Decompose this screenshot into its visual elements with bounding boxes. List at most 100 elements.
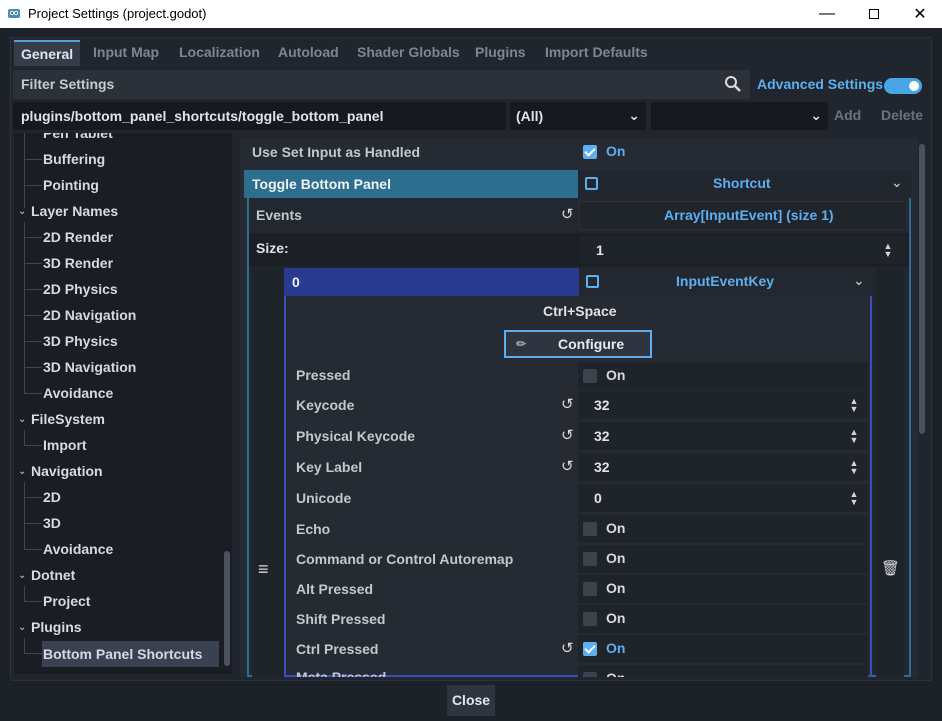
tree-item-dotnet[interactable]: Dotnet [31, 562, 75, 588]
revert-icon[interactable]: ↺ [561, 397, 575, 412]
revert-icon[interactable]: ↺ [561, 641, 575, 656]
size-spinbox[interactable]: 1 ▲ ▼ [580, 236, 905, 264]
chevron-down-icon[interactable]: ⌄ [18, 207, 26, 217]
ctrl-pressed-checkbox[interactable] [583, 642, 597, 656]
prop-value-meta-pressed[interactable]: On [578, 665, 868, 677]
use-set-input-checkbox[interactable] [583, 145, 597, 159]
tree-item-pen-tablet[interactable]: Pen Tablet [43, 133, 113, 146]
tree-item-nav-avoidance[interactable]: Avoidance [43, 536, 113, 562]
chevron-down-icon[interactable]: ⌄ [18, 415, 26, 425]
tree-item-pointing[interactable]: Pointing [43, 172, 99, 198]
prop-label-keycode: Keycode [296, 397, 355, 413]
prop-value-echo[interactable]: On [578, 515, 868, 543]
prop-value-autoremap[interactable]: On [578, 545, 868, 573]
filter-placeholder: Filter Settings [21, 76, 115, 92]
key-label-value: 32 [594, 459, 610, 475]
tab-shader-globals[interactable]: Shader Globals [350, 40, 467, 66]
tree-item-avoidance[interactable]: Avoidance [43, 380, 113, 406]
tree-item-bottom-panel-shortcuts[interactable]: Bottom Panel Shortcuts [42, 641, 219, 667]
tab-plugins[interactable]: Plugins [468, 40, 533, 66]
type-filter-select[interactable]: (All) ⌄ [510, 102, 646, 130]
settings-tree: Pen Tablet Buffering Pointing ⌄ Layer Na… [14, 133, 232, 674]
close-button[interactable]: Close [447, 685, 495, 716]
autoremap-checkbox[interactable] [583, 552, 597, 566]
physical-keycode-spinbox[interactable]: 32 ▲ ▼ [578, 422, 868, 450]
shortcut-icon [585, 177, 598, 190]
delete-button[interactable]: Delete [881, 107, 923, 123]
configure-button[interactable]: ✏ Configure [504, 330, 652, 358]
advanced-settings-toggle[interactable] [884, 78, 922, 94]
close-icon: ✕ [913, 6, 927, 23]
window-title: Project Settings (project.godot) [28, 6, 207, 21]
chevron-down-icon[interactable]: ⌄ [18, 623, 26, 633]
tree-item-nav-3d[interactable]: 3D [43, 510, 61, 536]
prop-value-shift-pressed[interactable]: On [578, 605, 868, 633]
shift-pressed-checkbox[interactable] [583, 612, 597, 626]
setting-path-value: plugins/bottom_panel_shortcuts/toggle_bo… [21, 108, 384, 124]
tree-item-2d-render[interactable]: 2D Render [43, 224, 113, 250]
tree-item-layer-names[interactable]: Layer Names [31, 198, 118, 224]
trash-icon[interactable]: 🗑 [881, 559, 900, 577]
tree-item-nav-2d[interactable]: 2D [43, 484, 61, 510]
use-set-input-label: Use Set Input as Handled [252, 144, 421, 160]
shortcut-text: Ctrl+Space [543, 303, 617, 319]
revert-icon[interactable]: ↺ [561, 459, 575, 474]
spinner-icon: ▲ ▼ [849, 396, 859, 414]
close-window-button[interactable]: ✕ [897, 0, 942, 28]
prop-value-ctrl-pressed[interactable]: On [578, 635, 868, 663]
tree-item-import[interactable]: Import [43, 432, 87, 458]
tree-item-plugins[interactable]: Plugins [31, 614, 82, 640]
toggle-bottom-panel-header[interactable]: Toggle Bottom Panel [244, 170, 578, 198]
tree-item-2d-navigation[interactable]: 2D Navigation [43, 302, 136, 328]
events-array-button[interactable]: Array[InputEvent] (size 1) [579, 201, 907, 230]
add-button[interactable]: Add [834, 107, 861, 123]
tree-item-3d-physics[interactable]: 3D Physics [43, 328, 118, 354]
tree-scrollbar[interactable] [224, 551, 230, 666]
chevron-down-icon[interactable]: ⌄ [18, 571, 26, 581]
prop-label-physical-keycode: Physical Keycode [296, 428, 416, 444]
keycode-spinbox[interactable]: 32 ▲ ▼ [578, 391, 868, 419]
pressed-value: On [606, 367, 626, 383]
chevron-down-icon[interactable]: ⌄ [18, 467, 26, 477]
revert-icon[interactable]: ↺ [561, 207, 575, 222]
alt-pressed-value: On [606, 580, 626, 596]
drag-handle-icon[interactable]: ≡ [258, 559, 269, 580]
tree-item-2d-physics[interactable]: 2D Physics [43, 276, 118, 302]
alt-pressed-checkbox[interactable] [583, 582, 597, 596]
filter-settings-input[interactable]: Filter Settings [13, 70, 750, 99]
inspector-scrollbar[interactable] [919, 144, 925, 434]
tab-import-defaults[interactable]: Import Defaults [538, 40, 655, 66]
meta-pressed-checkbox[interactable] [583, 672, 597, 677]
tree-item-3d-render[interactable]: 3D Render [43, 250, 113, 276]
prop-value-pressed[interactable]: On [578, 362, 868, 390]
unicode-spinbox[interactable]: 0 ▲ ▼ [578, 484, 868, 512]
tree-item-navigation[interactable]: Navigation [31, 458, 103, 484]
inspector-panel: Use Set Input as Handled On Toggle Botto… [240, 139, 918, 677]
maximize-icon [869, 9, 879, 19]
key-label-spinbox[interactable]: 32 ▲ ▼ [578, 453, 868, 481]
echo-checkbox[interactable] [583, 522, 597, 536]
tree-item-filesystem[interactable]: FileSystem [31, 406, 105, 432]
setting-path-input[interactable]: plugins/bottom_panel_shortcuts/toggle_bo… [13, 102, 506, 130]
property-type-select[interactable]: ⌄ [651, 102, 828, 130]
tree-item-project[interactable]: Project [43, 588, 90, 614]
revert-icon[interactable]: ↺ [561, 428, 575, 443]
tree-item-buffering[interactable]: Buffering [43, 146, 105, 172]
minimize-button[interactable]: — [804, 0, 850, 28]
shortcut-type-select[interactable]: Shortcut ⌄ [578, 170, 912, 198]
shortcut-type-value: Shortcut [713, 175, 771, 191]
use-set-input-value: On [606, 143, 626, 159]
chevron-down-icon: ⌄ [810, 107, 822, 123]
autoremap-value: On [606, 550, 626, 566]
maximize-button[interactable] [851, 0, 897, 28]
input-event-type-select[interactable]: InputEventKey ⌄ [579, 268, 870, 296]
meta-pressed-value: On [606, 670, 625, 677]
tab-localization[interactable]: Localization [172, 40, 267, 66]
tree-item-3d-navigation[interactable]: 3D Navigation [43, 354, 136, 380]
tab-autoload[interactable]: Autoload [271, 40, 346, 66]
pressed-checkbox[interactable] [583, 369, 597, 383]
prop-value-alt-pressed[interactable]: On [578, 575, 868, 603]
tab-general[interactable]: General [14, 40, 81, 66]
tab-input-map[interactable]: Input Map [86, 40, 166, 66]
prop-label-alt-pressed: Alt Pressed [296, 581, 374, 597]
